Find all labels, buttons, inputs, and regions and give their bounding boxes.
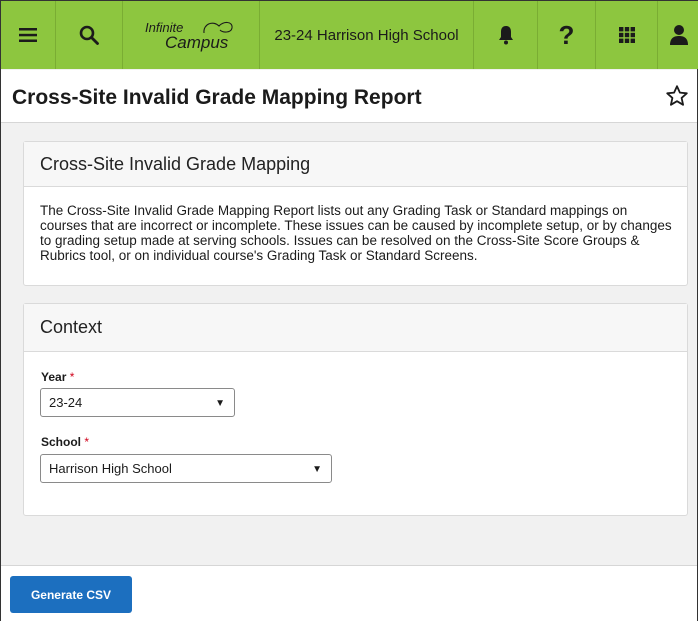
infinite-campus-logo[interactable]: Infinite Campus xyxy=(123,1,260,69)
search-icon xyxy=(79,25,99,45)
school-year-context-button[interactable]: 23-24 Harrison High School xyxy=(260,1,474,69)
action-footer: Generate CSV xyxy=(1,565,697,621)
info-card: Cross-Site Invalid Grade Mapping The Cro… xyxy=(23,141,688,286)
user-account-button[interactable] xyxy=(658,1,698,69)
help-icon: ? xyxy=(558,19,575,50)
context-card: Context Year * 23-24 ▼ School * Harrison… xyxy=(23,303,688,516)
apps-grid-icon xyxy=(618,27,635,43)
page-header: Cross-Site Invalid Grade Mapping Report xyxy=(1,70,697,123)
school-select[interactable]: Harrison High School ▼ xyxy=(40,454,332,483)
context-card-title: Context xyxy=(24,304,687,352)
search-button[interactable] xyxy=(56,1,123,69)
school-field-label: School * xyxy=(41,435,89,449)
chevron-down-icon: ▼ xyxy=(312,464,322,475)
year-label-text: Year xyxy=(41,370,67,384)
user-icon xyxy=(669,25,688,45)
logo-swoosh-icon xyxy=(203,21,233,34)
school-context-label: 23-24 Harrison High School xyxy=(274,26,459,44)
apps-button[interactable] xyxy=(596,1,658,69)
notifications-button[interactable] xyxy=(474,1,538,69)
bell-icon xyxy=(498,26,513,45)
info-card-description: The Cross-Site Invalid Grade Mapping Rep… xyxy=(40,203,672,263)
school-required-mark: * xyxy=(84,435,90,449)
year-required-mark: * xyxy=(69,370,75,384)
year-select[interactable]: 23-24 ▼ xyxy=(40,388,235,417)
school-select-value: Harrison High School xyxy=(49,461,172,476)
school-label-text: School xyxy=(41,435,82,449)
chevron-down-icon: ▼ xyxy=(215,398,225,409)
year-field-label: Year * xyxy=(41,370,74,384)
page-title: Cross-Site Invalid Grade Mapping Report xyxy=(12,86,422,109)
top-navigation-bar: Infinite Campus 23-24 Harrison High Scho… xyxy=(1,0,698,69)
info-card-title: Cross-Site Invalid Grade Mapping xyxy=(24,142,687,187)
year-select-value: 23-24 xyxy=(49,395,83,410)
generate-csv-button[interactable]: Generate CSV xyxy=(10,576,132,613)
menu-button[interactable] xyxy=(1,1,56,69)
menu-icon xyxy=(19,28,37,42)
favorite-star-icon[interactable] xyxy=(665,84,689,108)
help-button[interactable]: ? xyxy=(538,1,596,69)
